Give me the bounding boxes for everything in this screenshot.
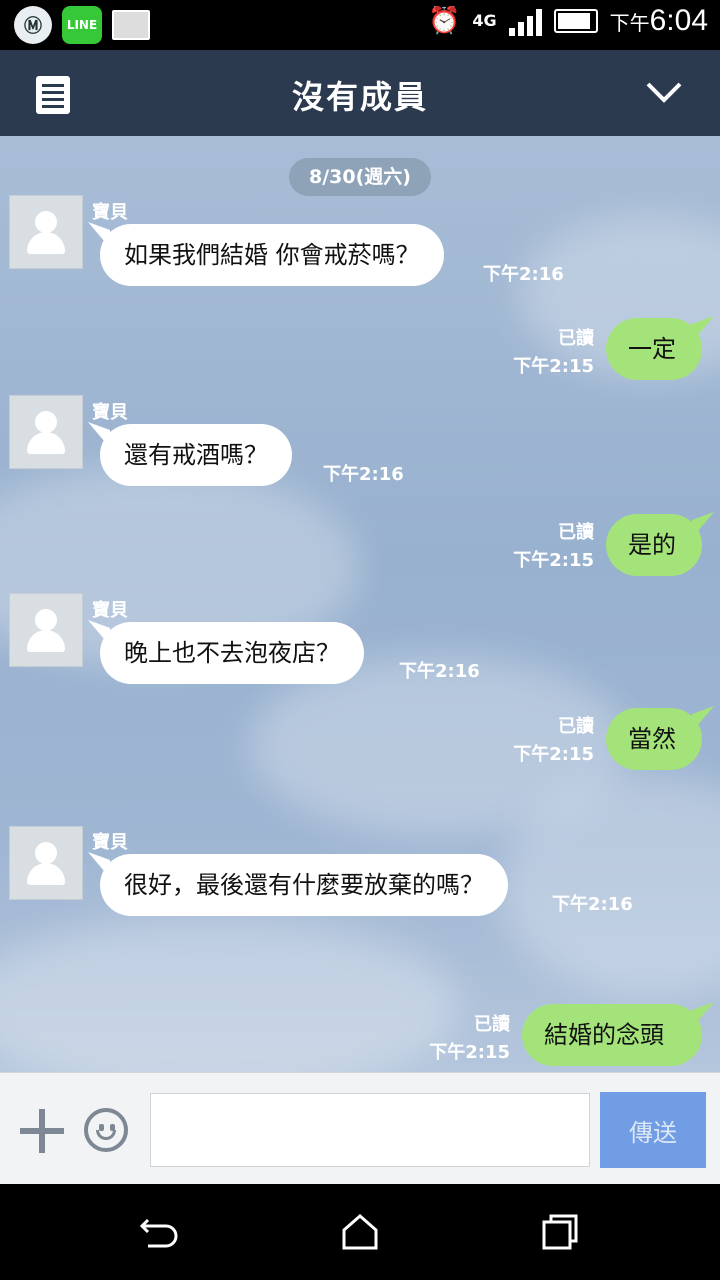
message-input-bar: 傳送	[0, 1072, 720, 1185]
read-receipt: 已讀	[558, 522, 594, 543]
avatar[interactable]	[9, 195, 83, 269]
line-icon: LINE	[62, 6, 102, 44]
message-bubble-incoming[interactable]: 很好，最後還有什麼要放棄的嗎？	[100, 854, 508, 916]
sender-name: 寶貝	[92, 402, 128, 423]
message-time: 下午2:16	[323, 464, 404, 485]
sender-name: 寶貝	[92, 202, 128, 223]
message-time: 下午2:16	[483, 264, 564, 285]
sender-name: 寶貝	[92, 832, 128, 853]
message-bubble-outgoing[interactable]: 當然	[606, 708, 702, 770]
avatar[interactable]	[9, 593, 83, 667]
message-bubble-outgoing[interactable]: 是的	[606, 514, 702, 576]
recent-apps-icon[interactable]	[538, 1212, 582, 1252]
avatar[interactable]	[9, 395, 83, 469]
read-receipt: 已讀	[474, 1014, 510, 1035]
read-receipt: 已讀	[558, 328, 594, 349]
signal-icon	[508, 6, 542, 36]
message-input[interactable]	[150, 1093, 590, 1167]
plus-icon[interactable]	[20, 1109, 64, 1153]
message-bubble-incoming[interactable]: 晚上也不去泡夜店？	[100, 622, 364, 684]
chat-header: 沒有成員	[0, 50, 720, 136]
chevron-down-icon[interactable]	[644, 72, 684, 112]
alarm-icon: ⏰	[427, 6, 461, 36]
message-time: 下午2:16	[399, 661, 480, 682]
home-icon[interactable]	[338, 1212, 382, 1252]
status-bar: Ⓜ LINE ⏰ 4G 下午6:04	[0, 0, 720, 50]
date-separator: 8/30(週六)	[289, 158, 431, 196]
message-bubble-incoming[interactable]: 如果我們結婚 你會戒菸嗎？	[100, 224, 444, 286]
message-time: 下午2:15	[429, 1042, 510, 1063]
status-clock: 下午6:04	[609, 4, 708, 37]
avatar[interactable]	[9, 826, 83, 900]
system-nav-bar	[0, 1184, 720, 1280]
send-button[interactable]: 傳送	[600, 1092, 706, 1168]
chat-title: 沒有成員	[291, 78, 428, 116]
network-4g-icon: 4G	[472, 11, 497, 30]
image-icon	[112, 10, 150, 40]
read-receipt: 已讀	[558, 716, 594, 737]
emoji-icon[interactable]	[84, 1108, 128, 1152]
battery-icon	[553, 9, 598, 33]
message-bubble-incoming[interactable]: 還有戒酒嗎？	[100, 424, 292, 486]
back-icon[interactable]	[138, 1212, 182, 1252]
message-time: 下午2:15	[513, 356, 594, 377]
message-time: 下午2:15	[513, 550, 594, 571]
chat-area[interactable]: 8/30(週六) 寶貝 如果我們結婚 你會戒菸嗎？ 下午2:16 已讀 下午2:…	[0, 136, 720, 1072]
message-bubble-outgoing[interactable]: 結婚的念頭	[522, 1004, 702, 1066]
message-bubble-outgoing[interactable]: 一定	[606, 318, 702, 380]
message-time: 下午2:16	[552, 894, 633, 915]
message-time: 下午2:15	[513, 744, 594, 765]
metro-icon: Ⓜ	[14, 6, 52, 44]
sender-name: 寶貝	[92, 600, 128, 621]
